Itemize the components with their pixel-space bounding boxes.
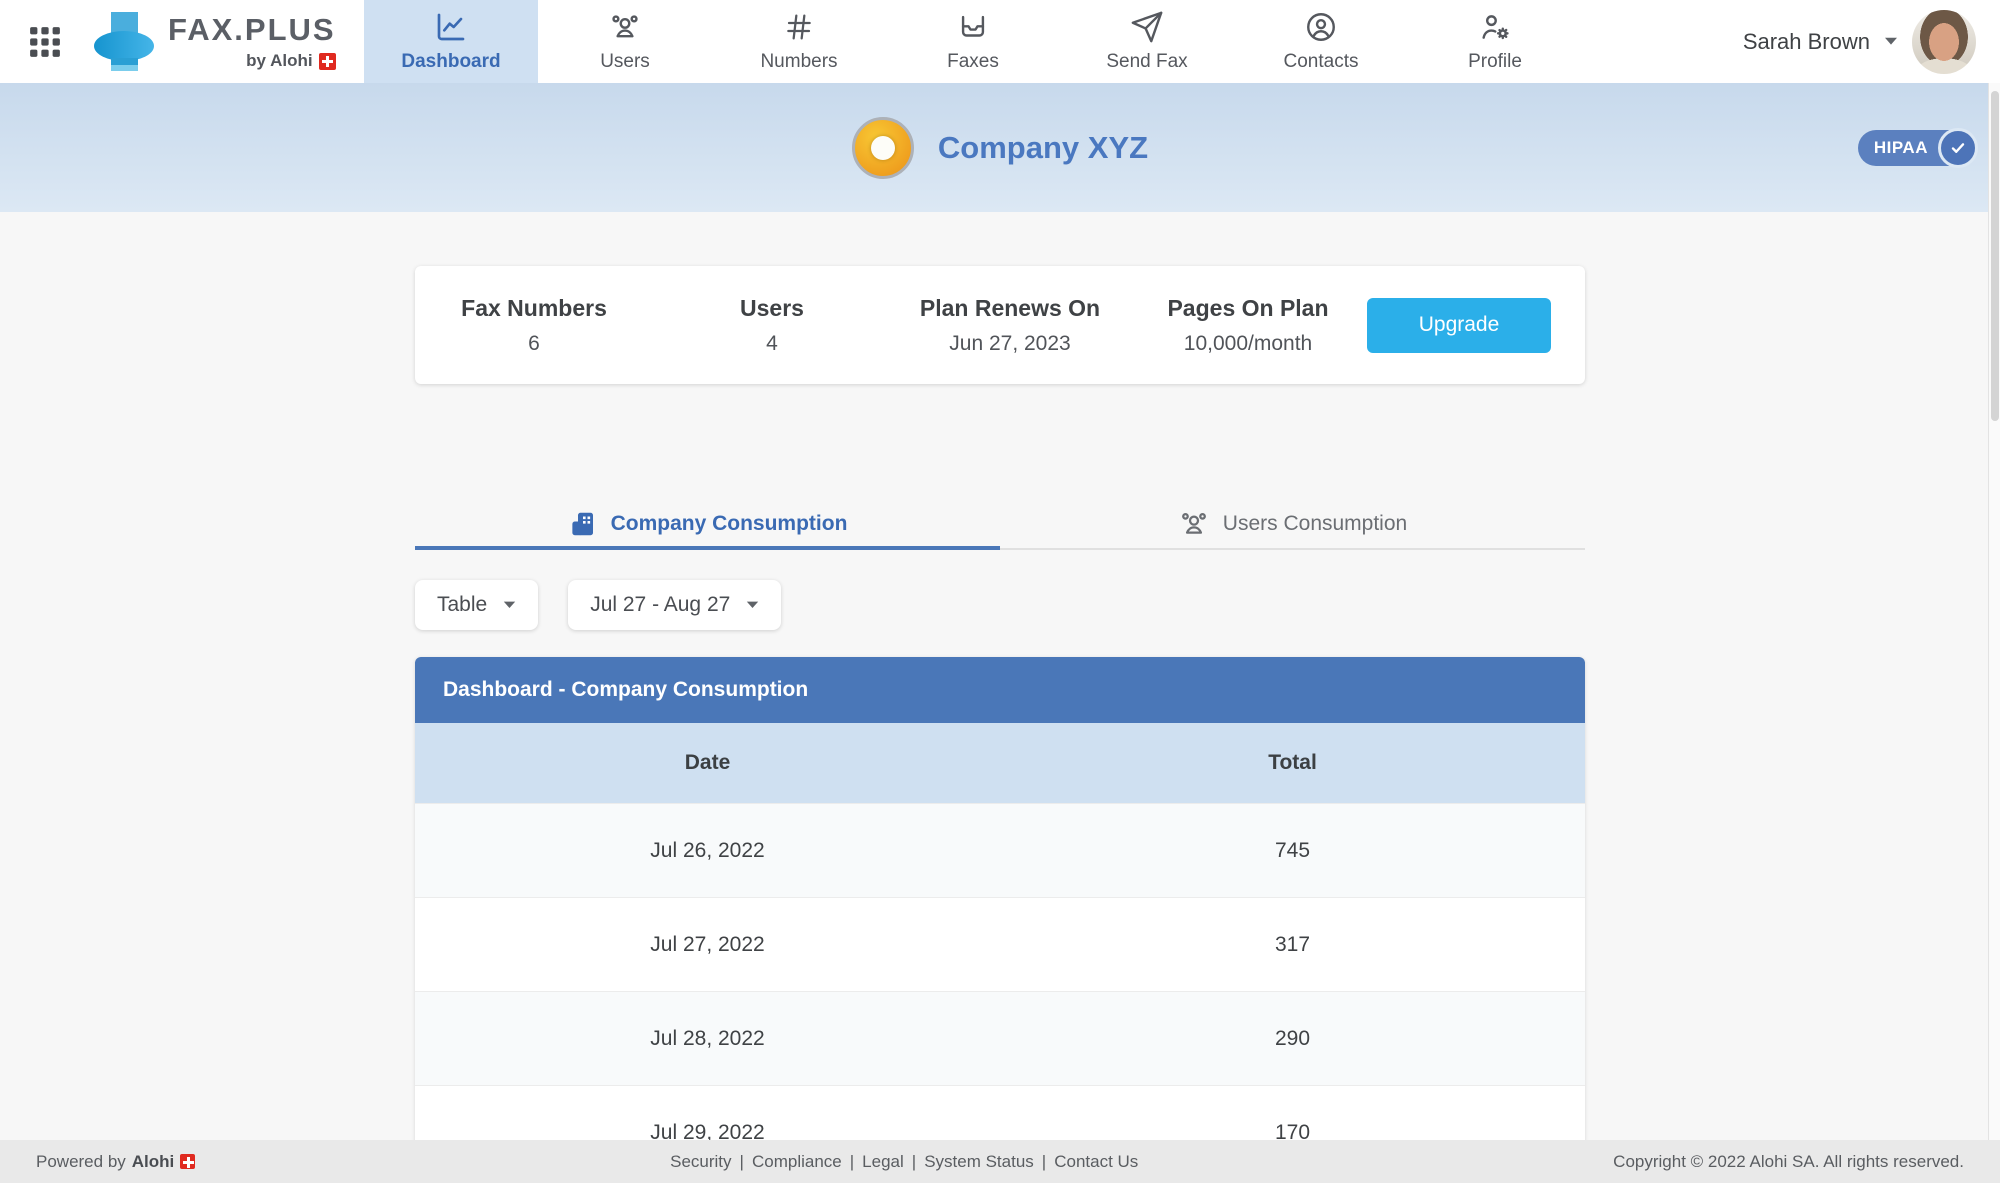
user-menu[interactable]: Sarah Brown [1582,0,2000,83]
paper-plane-icon [1130,10,1164,44]
table-row: Jul 26, 2022 745 [415,803,1585,897]
chevron-down-icon [503,601,516,609]
separator: | [850,1152,854,1171]
hipaa-badge: HIPAA [1858,130,1970,166]
powered-by: Powered by Alohi [36,1152,195,1172]
upgrade-button[interactable]: Upgrade [1367,298,1551,353]
nav-item-profile[interactable]: Profile [1408,0,1582,83]
total-cell: 745 [1000,804,1585,897]
separator: | [740,1152,744,1171]
nav-item-numbers[interactable]: Numbers [712,0,886,83]
nav-item-users[interactable]: Users [538,0,712,83]
table-title: Dashboard - Company Consumption [415,657,1585,723]
tab-users-consumption[interactable]: Users Consumption [1000,500,1585,548]
scrollbar-thumb[interactable] [1991,91,1999,421]
check-circle-icon [1938,128,1978,168]
separator: | [912,1152,916,1171]
date-cell: Jul 28, 2022 [415,992,1000,1085]
nav-item-faxes[interactable]: Faxes [886,0,1060,83]
date-cell: Jul 27, 2022 [415,898,1000,991]
chart-line-icon [435,10,467,44]
footer-link-security[interactable]: Security [670,1152,731,1171]
consumption-tabs: Company Consumption Users Consumption [415,500,1585,550]
table-row: Jul 27, 2022 317 [415,897,1585,991]
top-navigation: FAX.PLUS by Alohi Dashboard [0,0,2000,83]
user-name: Sarah Brown [1743,29,1870,55]
swiss-flag-icon [319,53,336,70]
company-header-band: Company XYZ HIPAA [0,83,2000,212]
brand-name: FAX.PLUS [168,12,336,48]
separator: | [1042,1152,1046,1171]
date-range-dropdown[interactable]: Jul 27 - Aug 27 [568,580,781,630]
tab-company-consumption[interactable]: Company Consumption [415,500,1000,548]
table-column-headers: Date Total [415,723,1585,803]
footer-link-contact-us[interactable]: Contact Us [1054,1152,1138,1171]
total-cell: 317 [1000,898,1585,991]
date-cell: Jul 26, 2022 [415,804,1000,897]
users-icon [1178,508,1210,540]
nav-item-dashboard[interactable]: Dashboard [364,0,538,83]
fax-plus-app: FAX.PLUS by Alohi Dashboard [0,0,2000,1183]
table-row: Jul 28, 2022 290 [415,991,1585,1085]
swiss-flag-icon [180,1154,195,1169]
footer-links: Security | Compliance | Legal | System Status |… [195,1152,1613,1172]
nav-item-contacts[interactable]: Contacts [1234,0,1408,83]
chevron-down-icon [1884,37,1898,46]
view-type-dropdown[interactable]: Table [415,580,538,630]
nav-item-send-fax[interactable]: Send Fax [1060,0,1234,83]
fax-machine-icon [94,10,154,74]
fax-plus-logo[interactable]: FAX.PLUS by Alohi [94,10,336,74]
users-icon [608,10,642,44]
alohi-brand: Alohi [132,1152,175,1172]
total-cell: 290 [1000,992,1585,1085]
stat-plan-renews-on: Plan Renews On Jun 27, 2023 [891,295,1129,356]
main-content: Fax Numbers 6 Users 4 Plan Renews On Jun… [415,266,1585,1179]
main-nav: Dashboard Users Numbers [364,0,1582,83]
nav-left-section: FAX.PLUS by Alohi [0,0,364,83]
company-title: Company XYZ [938,130,1148,166]
filter-row: Table Jul 27 - Aug 27 [415,580,1585,630]
scrollbar[interactable] [1988,83,2000,1140]
brand-text: FAX.PLUS by Alohi [168,12,336,71]
stat-fax-numbers: Fax Numbers 6 [415,295,653,356]
app-grid-button[interactable] [26,23,64,61]
footer-link-system-status[interactable]: System Status [924,1152,1034,1171]
footer: Powered by Alohi Security | Compliance | Leg… [0,1140,2000,1183]
footer-link-legal[interactable]: Legal [862,1152,904,1171]
avatar[interactable] [1912,10,1976,74]
company-logo [852,117,914,179]
chevron-down-icon [746,601,759,609]
consumption-table: Dashboard - Company Consumption Date Tot… [415,657,1585,1179]
inbox-tray-icon [956,10,990,44]
plan-stats-card: Fax Numbers 6 Users 4 Plan Renews On Jun… [415,266,1585,384]
grid-icon [26,23,64,61]
person-circle-icon [1304,10,1338,44]
stat-pages-on-plan: Pages On Plan 10,000/month [1129,295,1367,356]
building-icon [568,509,598,539]
footer-link-compliance[interactable]: Compliance [752,1152,842,1171]
person-gear-icon [1478,10,1512,44]
brand-byline: by Alohi [246,51,335,71]
copyright: Copyright © 2022 Alohi SA. All rights re… [1613,1152,1964,1172]
column-header-total: Total [1000,723,1585,803]
hash-icon [783,10,815,44]
stat-users: Users 4 [653,295,891,356]
column-header-date: Date [415,723,1000,803]
